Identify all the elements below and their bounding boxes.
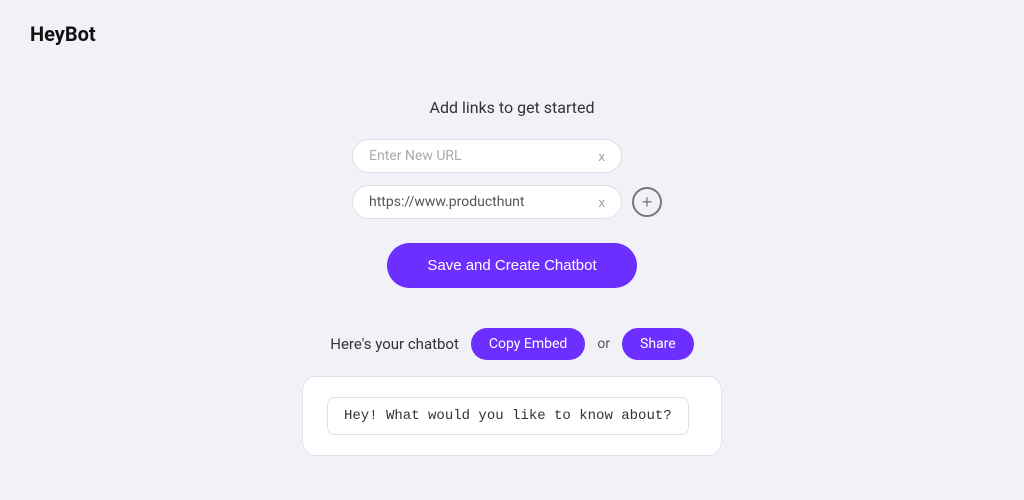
clear-url-2-button[interactable]: x xyxy=(599,196,606,209)
plus-icon: + xyxy=(642,192,653,213)
chatbot-label: Here's your chatbot xyxy=(330,335,459,353)
url-input-row-2: x + xyxy=(352,185,672,219)
chatbot-row: Here's your chatbot Copy Embed or Share xyxy=(330,328,693,360)
chat-message: Hey! What would you like to know about? xyxy=(327,397,689,435)
url-input-1[interactable] xyxy=(369,148,599,164)
app-logo: HeyBot xyxy=(30,22,96,46)
clear-url-1-button[interactable]: x xyxy=(599,150,606,163)
or-text: or xyxy=(597,336,610,352)
url-input-2[interactable] xyxy=(369,194,599,210)
url-input-row-1: x xyxy=(352,139,672,173)
chat-preview: Hey! What would you like to know about? xyxy=(302,376,722,456)
chatbot-section: Here's your chatbot Copy Embed or Share … xyxy=(0,328,1024,456)
page-title: Add links to get started xyxy=(430,98,595,117)
main-content: Add links to get started x x + Save and … xyxy=(0,68,1024,456)
share-button[interactable]: Share xyxy=(622,328,694,360)
add-url-button[interactable]: + xyxy=(632,187,662,217)
copy-embed-button[interactable]: Copy Embed xyxy=(471,328,585,360)
url-inputs-container: x x + xyxy=(352,139,672,219)
url-input-wrapper-2: x xyxy=(352,185,622,219)
url-input-wrapper-1: x xyxy=(352,139,622,173)
header: HeyBot xyxy=(0,0,1024,68)
save-create-chatbot-button[interactable]: Save and Create Chatbot xyxy=(387,243,636,288)
